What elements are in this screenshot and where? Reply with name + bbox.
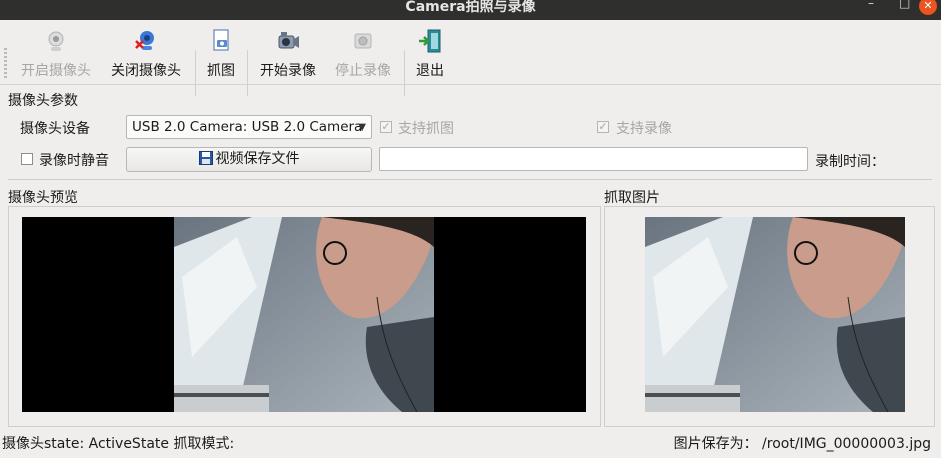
exit-door-icon bbox=[417, 28, 443, 54]
start-record-label: 开始录像 bbox=[260, 63, 316, 79]
toolbar-separator bbox=[404, 50, 405, 96]
captured-frame-image bbox=[645, 217, 905, 412]
device-label: 摄像头设备 bbox=[20, 121, 90, 137]
exit-button[interactable]: 退出 bbox=[412, 26, 448, 82]
toolbar: 开启摄像头 关闭摄像头 抓图 开始录像 停止录像 退出 bbox=[0, 20, 941, 96]
close-camera-button[interactable]: 关闭摄像头 bbox=[108, 26, 184, 82]
status-left: 摄像头state: ActiveState 抓取模式: bbox=[2, 436, 235, 452]
support-capture-checkbox[interactable]: ✓ bbox=[380, 121, 392, 133]
window-title: Camera拍照与录像 bbox=[405, 0, 536, 15]
save-video-file-button[interactable]: 视频保存文件 bbox=[126, 147, 372, 172]
camera-capture-icon bbox=[208, 28, 234, 54]
webcam-icon bbox=[43, 28, 69, 54]
save-path-input[interactable] bbox=[379, 147, 808, 171]
toolbar-separator bbox=[247, 50, 248, 96]
window-titlebar: Camera拍照与录像 – □ ✕ bbox=[0, 0, 941, 20]
params-group-title: 摄像头参数 bbox=[8, 93, 78, 109]
chevron-down-icon: ▼ bbox=[358, 122, 366, 133]
capture-label: 抓图 bbox=[207, 63, 235, 79]
device-combobox[interactable]: USB 2.0 Camera: USB 2.0 Camera ▼ bbox=[126, 115, 372, 139]
webcam-off-icon bbox=[133, 28, 159, 54]
start-record-button[interactable]: 开始录像 bbox=[256, 26, 320, 82]
record-time-label: 录制时间： bbox=[815, 154, 885, 170]
floppy-disk-icon bbox=[198, 150, 213, 173]
support-record-label: 支持录像 bbox=[616, 121, 672, 137]
status-right: 图片保存为： /root/IMG_00000003.jpg bbox=[673, 436, 931, 452]
toolbar-grip[interactable] bbox=[4, 48, 7, 80]
mute-label: 录像时静音 bbox=[39, 153, 109, 169]
preview-frame-image bbox=[174, 217, 434, 412]
camera-preview-video bbox=[22, 217, 586, 412]
support-record-checkbox[interactable]: ✓ bbox=[597, 121, 609, 133]
toolbar-separator bbox=[195, 50, 196, 96]
mute-checkbox[interactable] bbox=[21, 153, 33, 165]
open-camera-button[interactable]: 开启摄像头 bbox=[18, 26, 94, 82]
maximize-button[interactable]: □ bbox=[899, 0, 910, 10]
stop-record-button[interactable]: 停止录像 bbox=[331, 26, 395, 82]
exit-label: 退出 bbox=[416, 63, 444, 79]
stop-record-label: 停止录像 bbox=[335, 63, 391, 79]
captured-image bbox=[645, 217, 905, 412]
video-camera-icon bbox=[275, 28, 301, 54]
capture-button[interactable]: 抓图 bbox=[203, 26, 239, 82]
device-combobox-value: USB 2.0 Camera: USB 2.0 Camera bbox=[132, 119, 363, 135]
preview-title: 摄像头预览 bbox=[8, 190, 78, 206]
stop-record-icon bbox=[350, 28, 376, 54]
minimize-button[interactable]: – bbox=[868, 0, 874, 10]
close-camera-label: 关闭摄像头 bbox=[111, 63, 181, 79]
save-video-file-label: 视频保存文件 bbox=[215, 151, 300, 167]
capture-panel-title: 抓取图片 bbox=[604, 190, 660, 206]
support-capture-label: 支持抓图 bbox=[398, 121, 454, 137]
open-camera-label: 开启摄像头 bbox=[21, 63, 91, 79]
